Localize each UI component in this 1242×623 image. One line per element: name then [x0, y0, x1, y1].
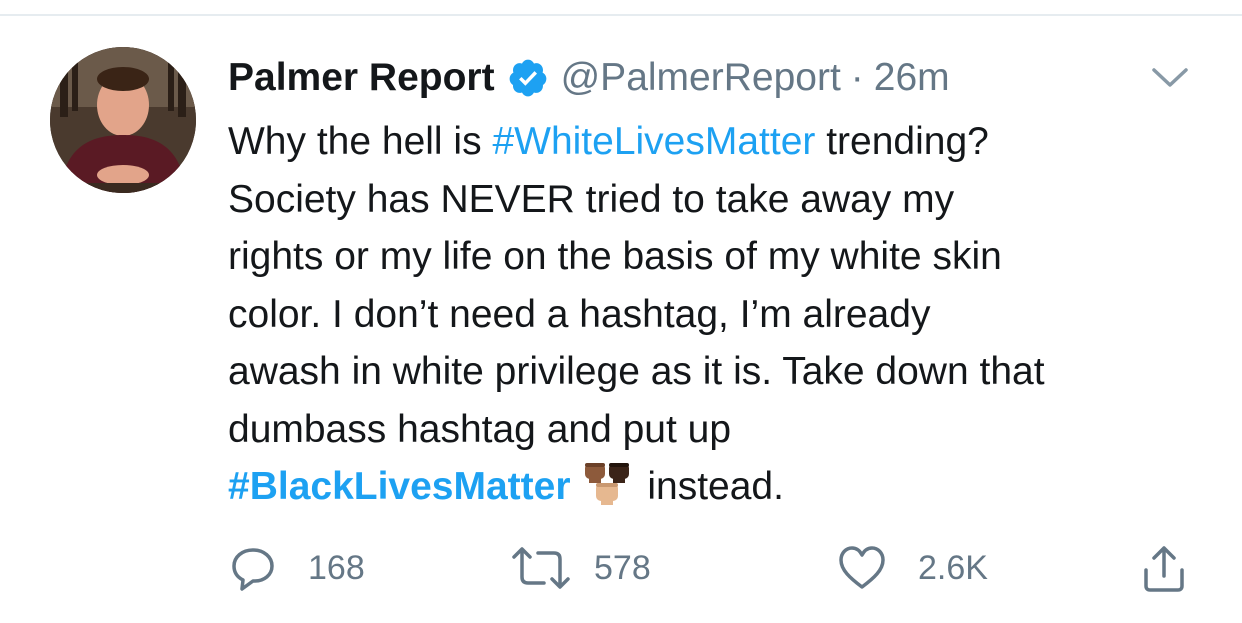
- raised-fist-emoji-icon: [575, 461, 637, 507]
- tweet-line: rights or my life on the basis of my whi…: [228, 235, 1002, 278]
- tweet-line: Why the hell is #WhiteLivesMatter trendi…: [228, 113, 1218, 171]
- top-divider: [0, 14, 1242, 16]
- retweet-count: 578: [594, 548, 651, 587]
- tweet-text-segment: Why the hell is: [228, 120, 493, 163]
- separator-dot: ·: [850, 56, 864, 99]
- reply-icon: [232, 548, 274, 591]
- chevron-down-icon[interactable]: [1150, 66, 1190, 90]
- tweet-text-segment: trending?: [815, 120, 989, 163]
- tweet-line: color. I don’t need a hashtag, I’m alrea…: [228, 292, 931, 336]
- author-handle[interactable]: @PalmerReport: [561, 56, 841, 100]
- tweet-timestamp[interactable]: 26m: [874, 56, 950, 100]
- share-icon: [1144, 546, 1184, 592]
- hashtag-blacklivesmatter[interactable]: #BlackLivesMatter: [228, 465, 571, 508]
- like-count: 2.6K: [918, 548, 988, 587]
- tweet-line: Society has NEVER tried to take away my: [228, 177, 955, 221]
- tweet-text: Why the hell is #WhiteLivesMatter trendi…: [228, 113, 1218, 516]
- reply-count: 168: [308, 548, 365, 587]
- hashtag-whitelivesmatter[interactable]: #WhiteLivesMatter: [492, 120, 815, 163]
- author-name[interactable]: Palmer Report: [228, 56, 495, 100]
- avatar[interactable]: [50, 47, 196, 193]
- retweet-button[interactable]: 578: [510, 540, 651, 596]
- avatar-photo: [50, 47, 196, 193]
- like-icon: [839, 546, 885, 589]
- reply-button[interactable]: 168: [228, 540, 365, 596]
- like-button[interactable]: 2.6K: [836, 540, 988, 596]
- retweet-icon: [512, 547, 570, 589]
- tweet-text-segment: instead.: [636, 465, 784, 508]
- tweet-line: #BlackLivesMatter instead.: [228, 458, 1218, 516]
- verified-badge-icon: [507, 57, 549, 99]
- tweet-line: awash in white privilege as it is. Take …: [228, 350, 1045, 393]
- tweet-header: Palmer Report @PalmerReport · 26m: [228, 50, 950, 106]
- tweet-line: dumbass hashtag and put up: [228, 407, 732, 451]
- share-button[interactable]: [1140, 540, 1188, 596]
- tweet-actions: 168 578 2.6K: [0, 540, 1242, 596]
